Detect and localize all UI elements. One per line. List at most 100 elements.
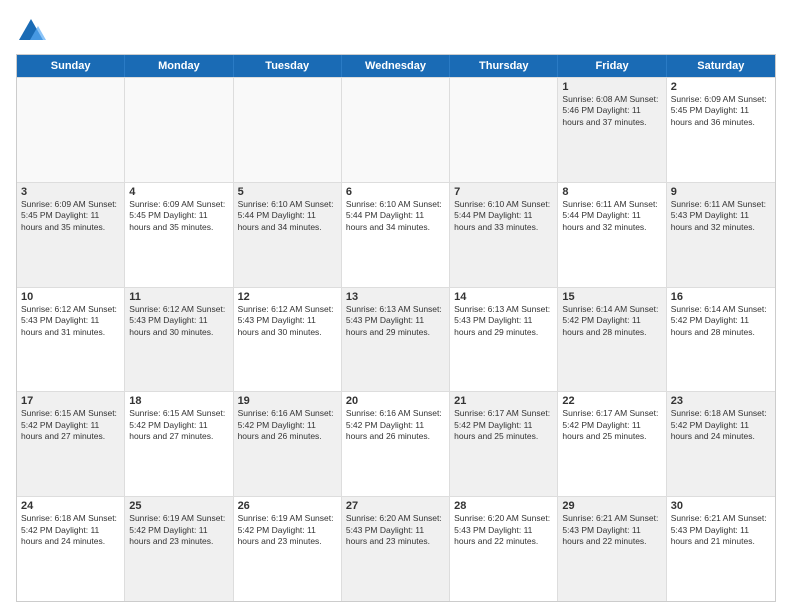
day-info: Sunrise: 6:20 AM Sunset: 5:43 PM Dayligh…	[454, 513, 553, 547]
day-number: 25	[129, 500, 228, 512]
page: SundayMondayTuesdayWednesdayThursdayFrid…	[0, 0, 792, 612]
calendar-cell	[342, 78, 450, 182]
day-info: Sunrise: 6:11 AM Sunset: 5:44 PM Dayligh…	[562, 199, 661, 233]
day-number: 24	[21, 500, 120, 512]
calendar-cell	[450, 78, 558, 182]
day-info: Sunrise: 6:12 AM Sunset: 5:43 PM Dayligh…	[21, 304, 120, 338]
calendar-cell: 27Sunrise: 6:20 AM Sunset: 5:43 PM Dayli…	[342, 497, 450, 601]
day-number: 6	[346, 186, 445, 198]
day-info: Sunrise: 6:18 AM Sunset: 5:42 PM Dayligh…	[21, 513, 120, 547]
logo	[16, 16, 50, 46]
calendar-cell: 28Sunrise: 6:20 AM Sunset: 5:43 PM Dayli…	[450, 497, 558, 601]
calendar-cell: 11Sunrise: 6:12 AM Sunset: 5:43 PM Dayli…	[125, 288, 233, 392]
day-info: Sunrise: 6:16 AM Sunset: 5:42 PM Dayligh…	[346, 408, 445, 442]
day-info: Sunrise: 6:21 AM Sunset: 5:43 PM Dayligh…	[562, 513, 661, 547]
calendar-cell: 7Sunrise: 6:10 AM Sunset: 5:44 PM Daylig…	[450, 183, 558, 287]
day-number: 9	[671, 186, 771, 198]
day-info: Sunrise: 6:20 AM Sunset: 5:43 PM Dayligh…	[346, 513, 445, 547]
calendar-cell: 13Sunrise: 6:13 AM Sunset: 5:43 PM Dayli…	[342, 288, 450, 392]
day-number: 23	[671, 395, 771, 407]
day-info: Sunrise: 6:09 AM Sunset: 5:45 PM Dayligh…	[671, 94, 771, 128]
day-info: Sunrise: 6:19 AM Sunset: 5:42 PM Dayligh…	[129, 513, 228, 547]
calendar-header-cell: Monday	[125, 55, 233, 77]
calendar-cell: 25Sunrise: 6:19 AM Sunset: 5:42 PM Dayli…	[125, 497, 233, 601]
calendar-cell: 5Sunrise: 6:10 AM Sunset: 5:44 PM Daylig…	[234, 183, 342, 287]
logo-icon	[16, 16, 46, 46]
calendar-header-cell: Friday	[558, 55, 666, 77]
calendar-body: 1Sunrise: 6:08 AM Sunset: 5:46 PM Daylig…	[17, 77, 775, 601]
calendar-cell	[234, 78, 342, 182]
day-info: Sunrise: 6:18 AM Sunset: 5:42 PM Dayligh…	[671, 408, 771, 442]
day-number: 3	[21, 186, 120, 198]
day-number: 29	[562, 500, 661, 512]
calendar-header-cell: Wednesday	[342, 55, 450, 77]
day-info: Sunrise: 6:21 AM Sunset: 5:43 PM Dayligh…	[671, 513, 771, 547]
day-info: Sunrise: 6:14 AM Sunset: 5:42 PM Dayligh…	[562, 304, 661, 338]
calendar-row: 24Sunrise: 6:18 AM Sunset: 5:42 PM Dayli…	[17, 496, 775, 601]
day-number: 20	[346, 395, 445, 407]
calendar-cell: 1Sunrise: 6:08 AM Sunset: 5:46 PM Daylig…	[558, 78, 666, 182]
day-number: 22	[562, 395, 661, 407]
calendar-cell: 8Sunrise: 6:11 AM Sunset: 5:44 PM Daylig…	[558, 183, 666, 287]
day-info: Sunrise: 6:17 AM Sunset: 5:42 PM Dayligh…	[562, 408, 661, 442]
day-number: 12	[238, 291, 337, 303]
day-info: Sunrise: 6:10 AM Sunset: 5:44 PM Dayligh…	[238, 199, 337, 233]
day-info: Sunrise: 6:19 AM Sunset: 5:42 PM Dayligh…	[238, 513, 337, 547]
day-number: 19	[238, 395, 337, 407]
day-info: Sunrise: 6:12 AM Sunset: 5:43 PM Dayligh…	[129, 304, 228, 338]
calendar-cell: 17Sunrise: 6:15 AM Sunset: 5:42 PM Dayli…	[17, 392, 125, 496]
day-info: Sunrise: 6:09 AM Sunset: 5:45 PM Dayligh…	[21, 199, 120, 233]
calendar-cell: 15Sunrise: 6:14 AM Sunset: 5:42 PM Dayli…	[558, 288, 666, 392]
calendar-cell: 19Sunrise: 6:16 AM Sunset: 5:42 PM Dayli…	[234, 392, 342, 496]
calendar-cell: 3Sunrise: 6:09 AM Sunset: 5:45 PM Daylig…	[17, 183, 125, 287]
calendar-row: 3Sunrise: 6:09 AM Sunset: 5:45 PM Daylig…	[17, 182, 775, 287]
day-number: 5	[238, 186, 337, 198]
calendar-cell: 26Sunrise: 6:19 AM Sunset: 5:42 PM Dayli…	[234, 497, 342, 601]
calendar-cell: 16Sunrise: 6:14 AM Sunset: 5:42 PM Dayli…	[667, 288, 775, 392]
day-info: Sunrise: 6:13 AM Sunset: 5:43 PM Dayligh…	[346, 304, 445, 338]
day-info: Sunrise: 6:16 AM Sunset: 5:42 PM Dayligh…	[238, 408, 337, 442]
day-number: 17	[21, 395, 120, 407]
calendar-cell: 2Sunrise: 6:09 AM Sunset: 5:45 PM Daylig…	[667, 78, 775, 182]
calendar-cell: 10Sunrise: 6:12 AM Sunset: 5:43 PM Dayli…	[17, 288, 125, 392]
day-number: 28	[454, 500, 553, 512]
calendar-row: 10Sunrise: 6:12 AM Sunset: 5:43 PM Dayli…	[17, 287, 775, 392]
day-info: Sunrise: 6:17 AM Sunset: 5:42 PM Dayligh…	[454, 408, 553, 442]
calendar-header-cell: Tuesday	[234, 55, 342, 77]
day-number: 26	[238, 500, 337, 512]
day-info: Sunrise: 6:12 AM Sunset: 5:43 PM Dayligh…	[238, 304, 337, 338]
day-info: Sunrise: 6:13 AM Sunset: 5:43 PM Dayligh…	[454, 304, 553, 338]
calendar-cell: 6Sunrise: 6:10 AM Sunset: 5:44 PM Daylig…	[342, 183, 450, 287]
calendar-cell: 23Sunrise: 6:18 AM Sunset: 5:42 PM Dayli…	[667, 392, 775, 496]
calendar-cell: 18Sunrise: 6:15 AM Sunset: 5:42 PM Dayli…	[125, 392, 233, 496]
day-number: 16	[671, 291, 771, 303]
calendar-header-cell: Saturday	[667, 55, 775, 77]
calendar-header-cell: Sunday	[17, 55, 125, 77]
calendar-row: 17Sunrise: 6:15 AM Sunset: 5:42 PM Dayli…	[17, 391, 775, 496]
day-number: 2	[671, 81, 771, 93]
calendar-cell: 22Sunrise: 6:17 AM Sunset: 5:42 PM Dayli…	[558, 392, 666, 496]
calendar-cell	[17, 78, 125, 182]
day-number: 1	[562, 81, 661, 93]
day-number: 14	[454, 291, 553, 303]
day-number: 10	[21, 291, 120, 303]
day-number: 13	[346, 291, 445, 303]
day-number: 11	[129, 291, 228, 303]
calendar-cell: 20Sunrise: 6:16 AM Sunset: 5:42 PM Dayli…	[342, 392, 450, 496]
day-info: Sunrise: 6:15 AM Sunset: 5:42 PM Dayligh…	[129, 408, 228, 442]
header	[16, 16, 776, 46]
day-info: Sunrise: 6:15 AM Sunset: 5:42 PM Dayligh…	[21, 408, 120, 442]
calendar-cell: 21Sunrise: 6:17 AM Sunset: 5:42 PM Dayli…	[450, 392, 558, 496]
calendar-cell: 12Sunrise: 6:12 AM Sunset: 5:43 PM Dayli…	[234, 288, 342, 392]
day-number: 4	[129, 186, 228, 198]
day-number: 21	[454, 395, 553, 407]
day-number: 7	[454, 186, 553, 198]
calendar-cell: 29Sunrise: 6:21 AM Sunset: 5:43 PM Dayli…	[558, 497, 666, 601]
day-number: 30	[671, 500, 771, 512]
day-info: Sunrise: 6:10 AM Sunset: 5:44 PM Dayligh…	[454, 199, 553, 233]
calendar-cell: 9Sunrise: 6:11 AM Sunset: 5:43 PM Daylig…	[667, 183, 775, 287]
calendar-header-cell: Thursday	[450, 55, 558, 77]
day-info: Sunrise: 6:11 AM Sunset: 5:43 PM Dayligh…	[671, 199, 771, 233]
calendar-row: 1Sunrise: 6:08 AM Sunset: 5:46 PM Daylig…	[17, 77, 775, 182]
day-number: 18	[129, 395, 228, 407]
